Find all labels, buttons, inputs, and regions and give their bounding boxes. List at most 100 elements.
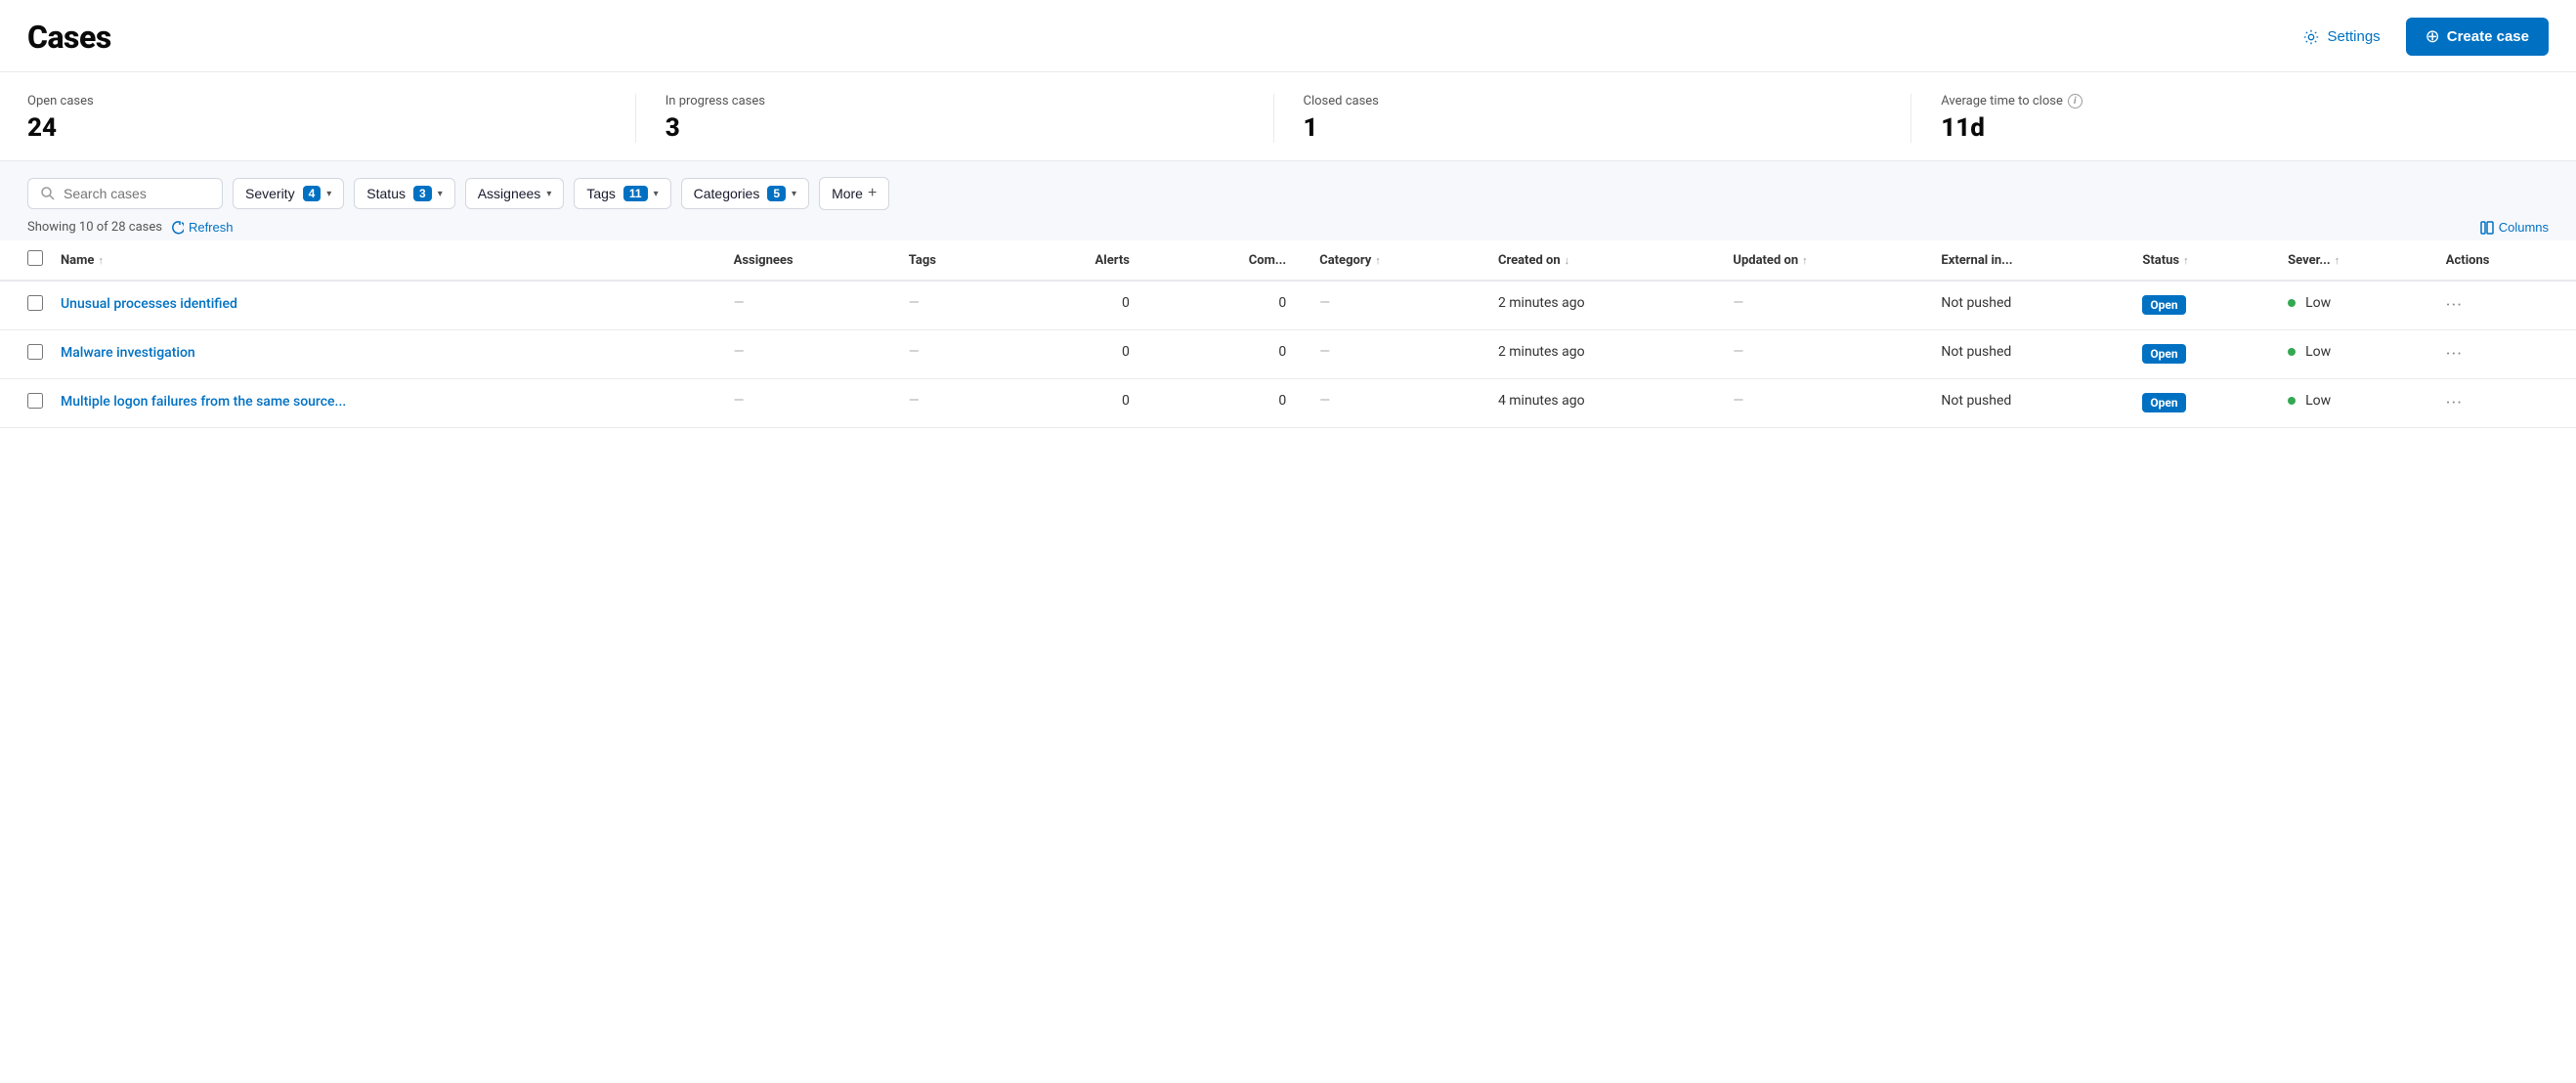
search-icon xyxy=(40,186,56,201)
row-checkbox[interactable] xyxy=(27,344,43,360)
plus-circle-icon: ⊕ xyxy=(2426,26,2440,47)
categories-filter-button[interactable]: Categories 5 ▾ xyxy=(681,178,809,209)
status-badge: Open xyxy=(2142,393,2185,412)
row-checkbox[interactable] xyxy=(27,393,43,409)
columns-button[interactable]: Columns xyxy=(2480,220,2549,235)
showing-info: Showing 10 of 28 cases Refresh xyxy=(27,220,233,235)
row-status-cell: Open xyxy=(2132,281,2278,330)
tags-badge: 11 xyxy=(623,186,648,201)
th-severity[interactable]: Sever... ↑ xyxy=(2278,240,2436,281)
case-link[interactable]: Unusual processes identified xyxy=(61,296,237,312)
status-sort-icon: ↑ xyxy=(2183,254,2189,267)
actions-dots-icon: ··· xyxy=(2446,344,2463,365)
th-comments: Com... xyxy=(1153,240,1309,281)
settings-label: Settings xyxy=(2327,28,2380,45)
assignees-chevron-icon: ▾ xyxy=(546,189,551,199)
settings-button[interactable]: Settings xyxy=(2293,22,2389,52)
select-all-checkbox[interactable] xyxy=(27,250,43,266)
tags-filter-button[interactable]: Tags 11 ▾ xyxy=(574,178,670,209)
updated-on-value: — xyxy=(1733,393,1743,409)
status-filter-label: Status xyxy=(366,186,406,201)
more-filters-button[interactable]: More + xyxy=(819,177,889,210)
external-value: Not pushed xyxy=(1941,393,2011,409)
header-actions: Settings ⊕ Create case xyxy=(2293,18,2549,56)
table-row: Multiple logon failures from the same so… xyxy=(0,379,2576,428)
row-actions-cell[interactable]: ··· xyxy=(2436,281,2576,330)
external-value: Not pushed xyxy=(1941,295,2011,311)
severity-sort-icon: ↑ xyxy=(2335,254,2340,267)
in-progress-cases-value: 3 xyxy=(665,113,1244,143)
row-assignees-cell: — xyxy=(724,281,899,330)
severity-badge: 4 xyxy=(303,186,322,201)
case-link[interactable]: Multiple logon failures from the same so… xyxy=(61,394,346,410)
row-updated-on-cell: — xyxy=(1723,281,1931,330)
category-value: — xyxy=(1319,295,1330,311)
table-header-row: Name ↑ Assignees Tags xyxy=(0,240,2576,281)
more-label: More xyxy=(832,186,863,201)
page-title: Cases xyxy=(27,19,111,56)
categories-chevron-icon: ▾ xyxy=(792,189,796,199)
name-sort-icon: ↑ xyxy=(98,254,104,267)
th-external: External in... xyxy=(1931,240,2132,281)
row-actions-cell[interactable]: ··· xyxy=(2436,330,2576,379)
refresh-button[interactable]: Refresh xyxy=(170,220,234,235)
status-badge: 3 xyxy=(413,186,432,201)
row-external-cell: Not pushed xyxy=(1931,330,2132,379)
th-status[interactable]: Status ↑ xyxy=(2132,240,2278,281)
row-external-cell: Not pushed xyxy=(1931,379,2132,428)
row-comments-cell: 0 xyxy=(1153,330,1309,379)
row-severity-cell: Low xyxy=(2278,281,2436,330)
stats-bar: Open cases 24 In progress cases 3 Closed… xyxy=(0,72,2576,161)
severity-dot xyxy=(2288,397,2296,405)
row-checkbox[interactable] xyxy=(27,295,43,311)
actions-menu-button[interactable]: ··· xyxy=(2446,344,2566,365)
info-icon[interactable]: i xyxy=(2068,94,2082,108)
row-name-cell: Malware investigation xyxy=(53,330,724,379)
gear-icon xyxy=(2302,28,2320,46)
th-name[interactable]: Name ↑ xyxy=(53,240,724,281)
stat-in-progress-cases: In progress cases 3 xyxy=(635,94,1273,143)
th-alerts: Alerts xyxy=(1003,240,1153,281)
showing-row: Showing 10 of 28 cases Refresh Columns xyxy=(0,210,2576,240)
categories-filter-label: Categories xyxy=(694,186,760,201)
row-status-cell: Open xyxy=(2132,330,2278,379)
actions-dots-icon: ··· xyxy=(2446,295,2463,316)
tags-value: — xyxy=(909,344,920,360)
tags-value: — xyxy=(909,295,920,311)
row-alerts-cell: 0 xyxy=(1003,281,1153,330)
row-tags-cell: — xyxy=(899,281,1004,330)
row-name-cell: Unusual processes identified xyxy=(53,281,724,330)
avg-time-label: Average time to close i xyxy=(1941,94,2519,108)
th-created-on[interactable]: Created on ↓ xyxy=(1488,240,1723,281)
search-input[interactable] xyxy=(64,186,210,201)
create-case-button[interactable]: ⊕ Create case xyxy=(2406,18,2549,56)
created-on-value: 2 minutes ago xyxy=(1498,344,1585,360)
updated-on-value: — xyxy=(1733,344,1743,360)
refresh-icon xyxy=(170,221,184,235)
row-actions-cell[interactable]: ··· xyxy=(2436,379,2576,428)
th-updated-on[interactable]: Updated on ↑ xyxy=(1723,240,1931,281)
search-input-wrapper[interactable] xyxy=(27,178,223,209)
row-created-on-cell: 4 minutes ago xyxy=(1488,379,1723,428)
filters-section: Severity 4 ▾ Status 3 ▾ Assignees ▾ Tags… xyxy=(0,161,2576,210)
showing-count: Showing 10 of 28 cases xyxy=(27,220,162,235)
tags-value: — xyxy=(909,393,920,409)
severity-dot xyxy=(2288,299,2296,307)
open-cases-label: Open cases xyxy=(27,94,606,108)
alerts-value: 0 xyxy=(1122,295,1130,311)
actions-dots-icon: ··· xyxy=(2446,393,2463,413)
assignees-filter-button[interactable]: Assignees ▾ xyxy=(465,178,565,209)
status-badge: Open xyxy=(2142,344,2185,364)
cases-table: Name ↑ Assignees Tags xyxy=(0,240,2576,428)
case-link[interactable]: Malware investigation xyxy=(61,345,195,361)
th-tags: Tags xyxy=(899,240,1004,281)
th-category[interactable]: Category ↑ xyxy=(1309,240,1488,281)
updated-on-value: — xyxy=(1733,295,1743,311)
severity-filter-button[interactable]: Severity 4 ▾ xyxy=(233,178,344,209)
status-filter-button[interactable]: Status 3 ▾ xyxy=(354,178,454,209)
actions-menu-button[interactable]: ··· xyxy=(2446,393,2566,413)
refresh-label: Refresh xyxy=(189,220,234,235)
in-progress-cases-label: In progress cases xyxy=(665,94,1244,108)
actions-menu-button[interactable]: ··· xyxy=(2446,295,2566,316)
category-sort-icon: ↑ xyxy=(1375,254,1381,267)
